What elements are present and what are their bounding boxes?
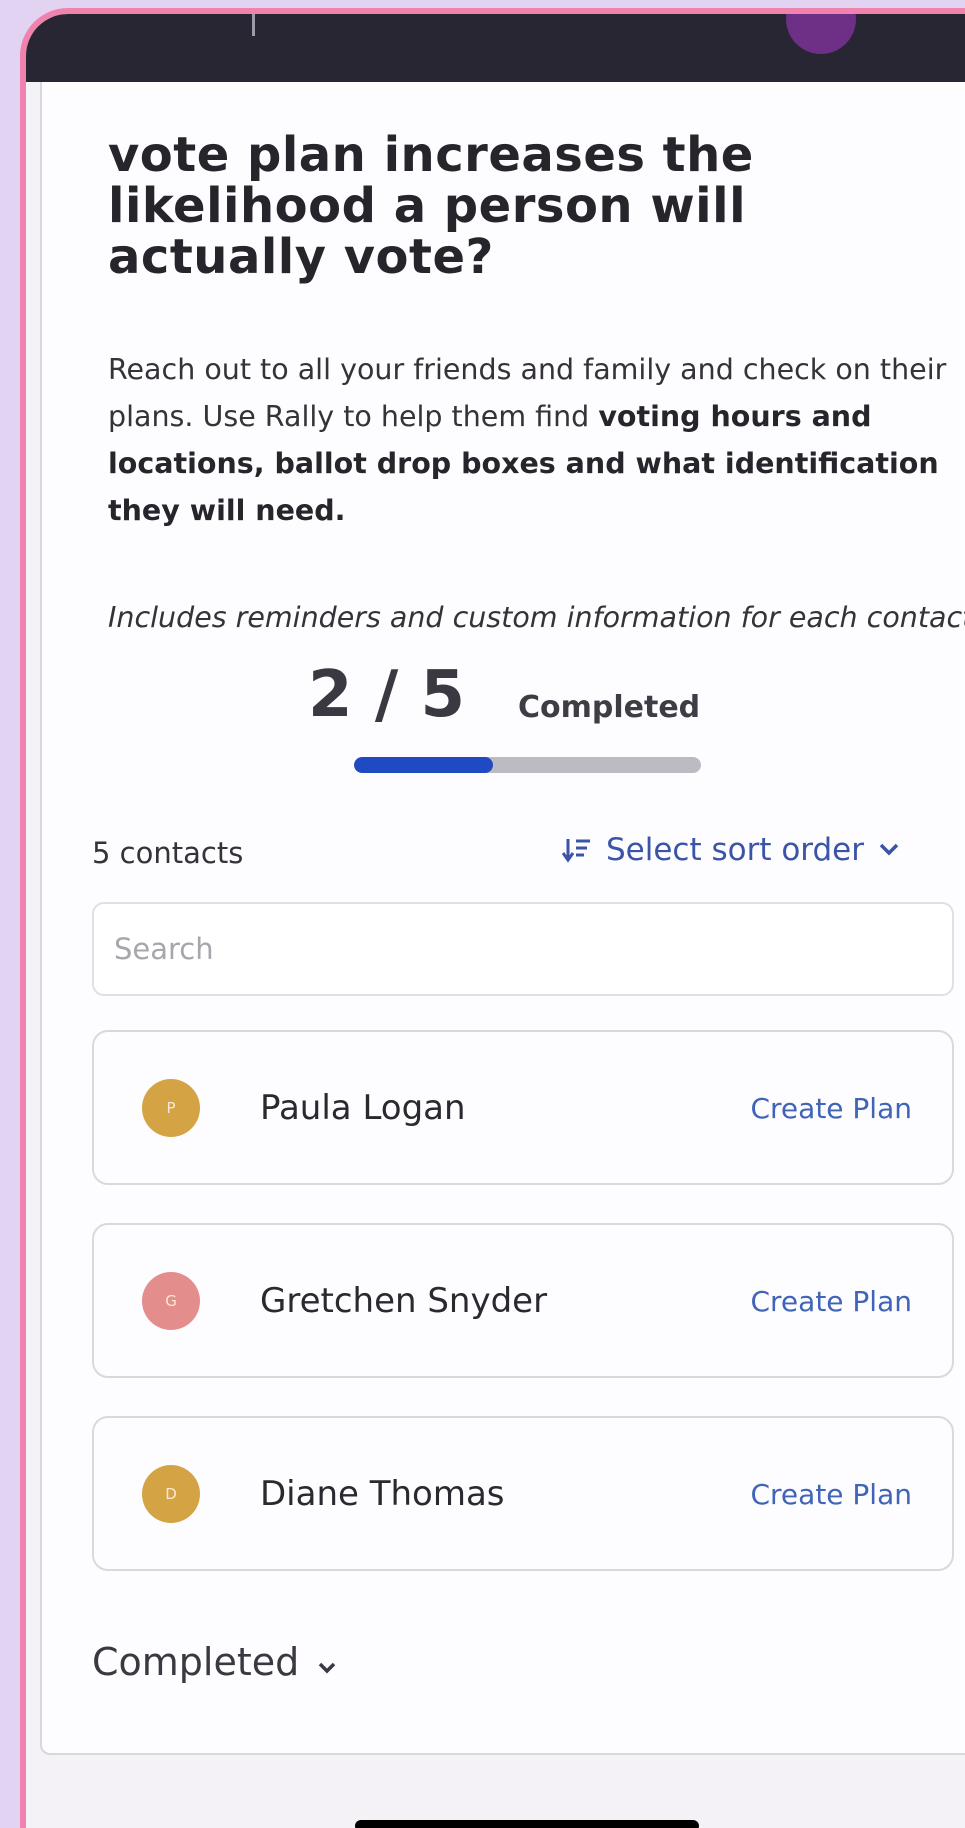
create-plan-button[interactable]: Create Plan	[750, 1478, 912, 1511]
home-indicator	[355, 1820, 699, 1828]
progress-bar	[354, 757, 701, 773]
contact-name: Paula Logan	[260, 1088, 466, 1128]
create-plan-button[interactable]: Create Plan	[750, 1285, 912, 1318]
progress-bar-fill	[354, 757, 493, 773]
chevron-down-icon	[317, 1640, 337, 1684]
contact-avatar: P	[142, 1079, 200, 1137]
contact-card[interactable]: D Diane Thomas Create Plan	[92, 1416, 954, 1571]
title-line-3: actually vote?	[108, 229, 494, 285]
contact-card[interactable]: G Gretchen Snyder Create Plan	[92, 1223, 954, 1378]
search-input[interactable]	[92, 902, 954, 996]
create-plan-button[interactable]: Create Plan	[750, 1092, 912, 1125]
heading-clip: vote plan increases the likelihood a per…	[42, 82, 965, 292]
contact-card[interactable]: P Paula Logan Create Plan	[92, 1030, 954, 1185]
progress-count: 2 / 5	[308, 658, 465, 732]
contact-name: Gretchen Snyder	[260, 1281, 548, 1321]
phone-frame: vote plan increases the likelihood a per…	[20, 8, 965, 1828]
title-line-1: vote plan increases the	[108, 127, 754, 183]
sort-order-label: Select sort order	[605, 832, 864, 868]
contact-avatar: G	[142, 1272, 200, 1330]
contact-avatar: D	[142, 1465, 200, 1523]
intro-text: Reach out to all your friends and family…	[108, 346, 965, 534]
nav-divider	[252, 14, 255, 36]
reminder-note: Includes reminders and custom informatio…	[108, 601, 965, 634]
completed-section-label: Completed	[92, 1640, 300, 1684]
user-avatar[interactable]	[786, 14, 856, 54]
sort-order-dropdown[interactable]: Select sort order	[561, 832, 900, 868]
page-title: vote plan increases the likelihood a per…	[108, 130, 928, 283]
top-navigation-bar	[26, 14, 965, 82]
chevron-down-icon	[878, 842, 900, 858]
contact-name: Diane Thomas	[260, 1474, 505, 1514]
contacts-count: 5 contacts	[92, 836, 244, 870]
sort-descending-icon	[561, 836, 592, 864]
completed-section-toggle[interactable]: Completed	[92, 1640, 337, 1684]
progress-label: Completed	[518, 690, 701, 725]
title-line-2: likelihood a person will	[108, 178, 747, 234]
